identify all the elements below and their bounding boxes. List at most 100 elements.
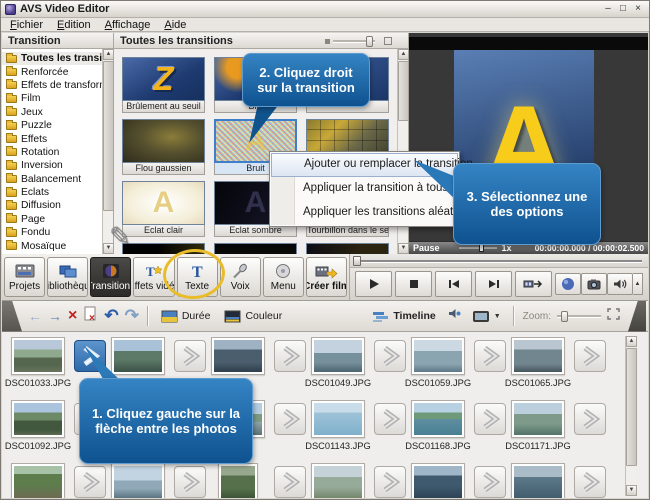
toolbar-button-transitions[interactable]: Transitions [90, 257, 131, 297]
photo-frame[interactable] [511, 400, 565, 438]
snapshot-button[interactable] [581, 273, 607, 295]
transition-arrow-button[interactable] [374, 340, 406, 372]
transition-arrow-button[interactable] [474, 340, 506, 372]
category-item-page[interactable]: Page [2, 213, 102, 226]
minimize-button[interactable]: – [601, 3, 615, 15]
scroll-down-icon[interactable]: ▼ [398, 243, 409, 254]
photo-frame[interactable] [411, 400, 465, 438]
screen-mode-button[interactable]: ▼ [468, 308, 505, 325]
sound-icon[interactable] [446, 306, 462, 326]
photos-scrollbar[interactable]: ▲ ▼ [625, 336, 636, 496]
transition-arrow-button[interactable] [74, 466, 106, 498]
context-menu-item-appliquer-les-transitions-aleatoires[interactable]: Appliquer les transitions aléatoires [271, 201, 458, 225]
next-frame-button[interactable] [475, 271, 512, 297]
transition-arrow-button[interactable] [574, 340, 606, 372]
photo-frame[interactable] [511, 463, 565, 498]
category-item-film[interactable]: Film [2, 92, 102, 105]
category-item-jeux[interactable]: Jeux [2, 106, 102, 119]
menu-item-fichier[interactable]: Fichier [3, 19, 50, 31]
transition-tile-flou-gaussien[interactable]: Flou gaussien [122, 119, 205, 175]
menu-item-affichage[interactable]: Affichage [98, 19, 158, 31]
photo-item[interactable] [211, 337, 265, 378]
stop-button[interactable] [395, 271, 432, 297]
photo-frame[interactable] [511, 337, 565, 375]
toolbar-button-effets-video[interactable]: TEffets vidéo [133, 257, 174, 297]
title-bar[interactable]: AVS Video Editor –□× [1, 1, 649, 18]
photo-frame[interactable] [11, 463, 65, 498]
scroll-up-icon[interactable]: ▲ [626, 336, 637, 347]
transition-arrow-button[interactable] [274, 466, 306, 498]
photo-item[interactable] [211, 463, 265, 498]
close-button[interactable]: × [631, 3, 645, 15]
transition-tile-brulement-au-seuil[interactable]: ZBrûlement au seuil [122, 57, 205, 113]
toolbar-button-texte[interactable]: TTexte [177, 257, 218, 297]
photo-frame[interactable] [111, 463, 165, 498]
scroll-down-icon[interactable]: ▼ [626, 485, 637, 496]
transition-arrow-button[interactable] [174, 466, 206, 498]
fit-screen-icon[interactable] [607, 307, 620, 325]
seek-handle[interactable] [353, 256, 361, 266]
redo-icon[interactable]: ↷ [125, 309, 139, 323]
transition-arrow-button[interactable] [274, 340, 306, 372]
menu-item-edition[interactable]: Edition [50, 19, 98, 31]
toolbar-button-bibliotheque[interactable]: Bibliothèque [47, 257, 88, 297]
photo-item[interactable] [511, 463, 565, 498]
photo-frame[interactable] [218, 463, 258, 498]
toolbar-button-creer-film[interactable]: Créer film [306, 257, 347, 297]
settings-button[interactable] [555, 273, 581, 295]
category-item-fondu[interactable]: Fondu [2, 226, 102, 239]
transition-arrow-button[interactable] [174, 340, 206, 372]
zoom-slider[interactable] [557, 315, 601, 318]
categories-scrollbar[interactable]: ▲ ▼ [102, 49, 113, 254]
volume-button[interactable] [607, 273, 633, 295]
forward-icon[interactable]: → [48, 309, 62, 323]
transition-arrow-button[interactable] [574, 403, 606, 435]
category-item-effets-de-transformation[interactable]: Effets de transformation [2, 79, 102, 92]
transition-tile-item[interactable] [122, 243, 205, 254]
scroll-up-icon[interactable]: ▲ [398, 49, 409, 60]
category-item-diffusion[interactable]: Diffusion [2, 199, 102, 212]
play-button[interactable] [355, 271, 392, 297]
scroll-down-icon[interactable]: ▼ [103, 243, 114, 254]
undo-icon[interactable]: ↶ [104, 309, 118, 323]
photo-frame[interactable] [311, 400, 365, 438]
split-button[interactable] [515, 271, 552, 297]
photo-item[interactable]: DSC01171.JPG [511, 400, 565, 451]
transition-arrow-button[interactable] [374, 403, 406, 435]
category-item-rotation[interactable]: Rotation [2, 146, 102, 159]
category-item-puzzle[interactable]: Puzzle [2, 119, 102, 132]
photo-item[interactable] [11, 463, 65, 498]
scrollbar-thumb[interactable] [103, 61, 114, 211]
toolbar-button-voix[interactable]: Voix [220, 257, 261, 297]
photo-item[interactable] [311, 463, 365, 498]
scrollbar-thumb[interactable] [626, 348, 637, 466]
photo-frame[interactable] [111, 337, 165, 375]
photo-item[interactable]: DSC01065.JPG [511, 337, 565, 388]
seek-bar[interactable] [350, 254, 648, 268]
photo-frame[interactable] [411, 463, 465, 498]
photo-frame[interactable] [211, 337, 265, 375]
photo-item[interactable] [111, 463, 165, 498]
delete-file-icon[interactable]: × [83, 306, 98, 327]
color-button[interactable]: Couleur [220, 308, 286, 325]
transition-arrow-button[interactable] [374, 466, 406, 498]
photo-item[interactable]: DSC01049.JPG [311, 337, 365, 388]
timeline-button[interactable]: Timeline [368, 308, 439, 325]
category-item-mosaique[interactable]: Mosaïque [2, 239, 102, 252]
photo-item[interactable]: DSC01033.JPG [11, 337, 65, 388]
photo-frame[interactable] [311, 337, 365, 375]
transition-tile-item[interactable] [306, 243, 389, 254]
photo-frame[interactable] [11, 337, 65, 375]
toolbar-button-projets[interactable]: Projets [4, 257, 45, 297]
context-menu-item-appliquer-la-transition-a-tous[interactable]: Appliquer la transition à tous [271, 177, 458, 201]
photo-item[interactable]: DSC01143.JPG [311, 400, 365, 451]
transition-tile-eclat-clair[interactable]: AEclat clair [122, 181, 205, 237]
transition-arrow-button[interactable] [474, 403, 506, 435]
transition-arrow-button[interactable] [574, 466, 606, 498]
scroll-up-icon[interactable]: ▲ [103, 49, 114, 60]
category-item-toutes-les-transitions[interactable]: Toutes les transitions [2, 52, 102, 65]
photo-item[interactable]: DSC01059.JPG [411, 337, 465, 388]
size-slider-handle[interactable] [366, 36, 373, 47]
duration-button[interactable]: Durée [157, 308, 215, 325]
back-icon[interactable]: ← [28, 309, 42, 323]
